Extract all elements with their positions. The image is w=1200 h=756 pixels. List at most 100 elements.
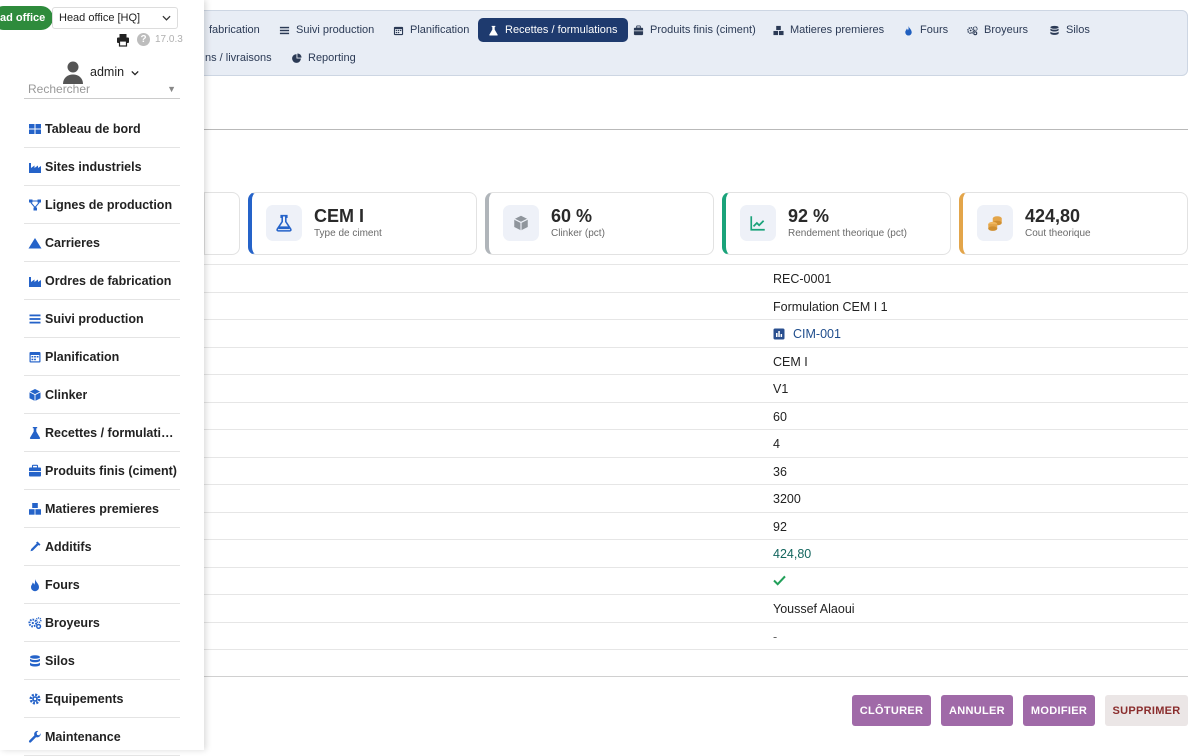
menu-item-fabrication[interactable]: fabrication (199, 18, 270, 42)
left-menu-panel: ad office Head office [HQ] ? 17.0.3 admi… (0, 0, 204, 756)
menu-item-matieres-premieres[interactable]: Matieres premieres (763, 18, 894, 42)
user-name: admin (90, 65, 125, 79)
kpi-card-clinker: 60 % Clinker (pct) (485, 192, 714, 255)
top-menu-bar: fabrication Suivi production Planificati… (190, 10, 1188, 76)
menu-item-label: ns / livraisons (205, 52, 272, 64)
gear-icon (29, 693, 41, 704)
help-icon[interactable]: ? (137, 33, 150, 46)
sidebar-item-clinker[interactable]: Clinker (24, 376, 180, 414)
cube-icon (513, 215, 529, 231)
print-icon[interactable] (116, 33, 130, 47)
sidebar-item-produits-finis[interactable]: Produits finis (ciment) (24, 452, 180, 490)
menu-item-suivi-production[interactable]: Suivi production (269, 18, 384, 42)
menu-item-broyeurs[interactable]: Broyeurs (957, 18, 1038, 42)
delete-button[interactable]: SUPPRIMER (1105, 695, 1188, 726)
field-value-additives: 36 (773, 464, 787, 479)
sidebar-item-broyeurs[interactable]: Broyeurs (24, 604, 180, 642)
sidebar-item-silos[interactable]: Silos (24, 642, 180, 680)
menu-item-recettes-formulations[interactable]: Recettes / formulations (478, 18, 628, 42)
field-row (204, 566, 1188, 595)
sidebar-item-fours[interactable]: Fours (24, 566, 180, 604)
field-value-product-link[interactable]: CIM-001 (773, 327, 841, 341)
kpi-icon-box (503, 205, 539, 241)
entity-select[interactable]: Head office [HQ] (52, 7, 178, 29)
sidebar-item-tableau-de-bord[interactable]: Tableau de bord (24, 110, 180, 148)
entity-badge[interactable]: ad office (0, 6, 54, 30)
flame-icon (31, 578, 39, 591)
sitemap-icon (29, 199, 41, 210)
menu-search-input[interactable]: Rechercher ▼ (24, 80, 180, 99)
user-menu[interactable]: admin (90, 65, 139, 79)
line-chart-icon (750, 216, 765, 231)
sidebar-item-equipements[interactable]: Equipements (24, 680, 180, 718)
sidebar-item-label: Sites industriels (45, 159, 142, 174)
sidebar-item-label: Ordres de fabrication (45, 273, 172, 288)
close-button[interactable]: CLÔTURER (852, 695, 931, 726)
menu-item-planification[interactable]: Planification (383, 18, 479, 42)
search-placeholder: Rechercher (28, 82, 91, 96)
sidebar-item-additifs[interactable]: Additifs (24, 528, 180, 566)
flask-icon (489, 25, 498, 36)
kpi-card-cost: 424,80 Cout theorique (959, 192, 1188, 255)
menu-item-produits-finis[interactable]: Produits finis (ciment) (623, 18, 766, 42)
field-row: REC-0001 (204, 264, 1188, 292)
flame-icon (905, 25, 912, 36)
kpi-icon-box (977, 205, 1013, 241)
sidebar-item-label: Matieres premieres (45, 501, 159, 516)
field-value-label: Formulation CEM I 1 (773, 299, 888, 314)
menu-item-livraisons[interactable]: ns / livraisons (195, 46, 282, 70)
menu-item-label: Recettes / formulations (505, 24, 618, 36)
sidebar-item-label: Broyeurs (45, 615, 100, 630)
sidebar-item-carrieres[interactable]: Carrieres (24, 224, 180, 262)
modify-button[interactable]: MODIFIER (1023, 695, 1095, 726)
boxes-icon (29, 502, 41, 515)
field-value-cement-type: CEM I (773, 354, 808, 369)
field-value-gypsum: 4 (773, 437, 780, 451)
chevron-down-icon (130, 70, 139, 76)
sidebar-item-suivi-production[interactable]: Suivi production (24, 300, 180, 338)
wrench-icon (28, 730, 41, 743)
sidebar-item-recettes-formulations[interactable]: Recettes / formulatio… (24, 414, 180, 452)
sidebar-item-planification[interactable]: Planification (24, 338, 180, 376)
sidebar-item-label: Planification (45, 349, 120, 364)
field-row: 36 (204, 456, 1188, 485)
sidebar-item-label: Silos (45, 653, 75, 668)
field-value-blaine: 3200 (773, 492, 801, 506)
kpi-card-partial (204, 192, 240, 255)
field-value-clinker: 60 (773, 409, 787, 424)
factory-icon (29, 276, 41, 287)
kpi-icon-box (266, 205, 302, 241)
sidebar-item-label: Maintenance (45, 729, 121, 744)
field-row: Youssef Alaoui (204, 594, 1188, 622)
caret-down-icon: ▼ (167, 84, 176, 94)
kpi-value: CEM I (314, 206, 365, 226)
menu-item-label: Suivi production (296, 24, 375, 36)
boxes-icon (773, 25, 784, 35)
cancel-button[interactable]: ANNULER (941, 695, 1013, 726)
sidebar-item-maintenance[interactable]: Maintenance (24, 718, 180, 756)
sidebar-item-ordres-de-fabrication[interactable]: Ordres de fabrication (24, 262, 180, 300)
field-row: 3200 (204, 484, 1188, 512)
dashboard-icon (29, 123, 41, 134)
sidebar-item-label: Suivi production (45, 311, 144, 326)
menu-item-label: Matieres premieres (790, 24, 885, 36)
field-row: Formulation CEM I 1 (204, 291, 1188, 320)
field-row: 92 (204, 511, 1188, 540)
sidebar-item-label: Clinker (45, 387, 88, 402)
check-icon (773, 575, 786, 586)
field-value-version: V1 (773, 382, 789, 396)
menu-item-fours[interactable]: Fours (893, 18, 958, 42)
sidebar-item-sites-industriels[interactable]: Sites industriels (24, 148, 180, 186)
menu-item-reporting[interactable]: Reporting (281, 46, 366, 70)
field-value-empty: - (773, 629, 778, 644)
menu-item-label: Planification (410, 24, 470, 36)
menu-item-silos[interactable]: Silos (1039, 18, 1100, 42)
sidebar-item-matieres-premieres[interactable]: Matieres premieres (24, 490, 180, 528)
sidebar-item-label: Fours (45, 577, 80, 592)
kpi-value: 92 % (788, 206, 830, 226)
coins-icon (988, 216, 1002, 231)
field-row: 60 (204, 401, 1188, 430)
sidebar-item-lignes-de-production[interactable]: Lignes de production (24, 186, 180, 224)
list-icon (279, 26, 290, 34)
sidebar-item-label: Lignes de production (45, 197, 173, 212)
